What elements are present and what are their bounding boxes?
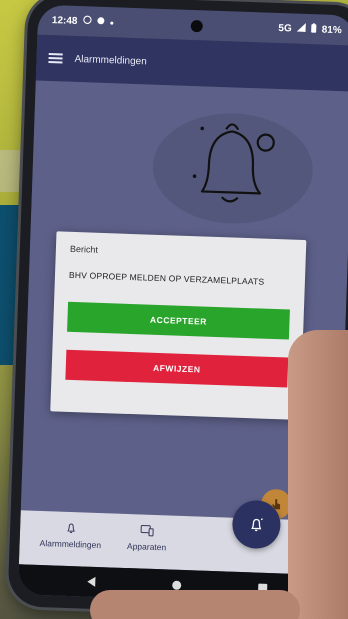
page-title: Alarmmeldingen [74,53,147,67]
nav-label-alarmmeldingen: Alarmmeldingen [39,537,102,551]
signal-icon [296,22,306,35]
status-time: 12:48 [51,14,78,27]
status-battery: 81% [321,24,342,36]
whatsapp-icon [82,15,92,27]
battery-icon [310,22,317,36]
notification-dot-icon [96,16,104,27]
back-icon[interactable] [86,576,96,587]
status-network: 5G [278,22,292,34]
reject-button[interactable]: AFWIJZEN [65,349,289,388]
accept-button[interactable]: ACCEPTEER [67,301,290,340]
devices-icon [140,525,154,537]
menu-icon[interactable] [48,52,63,64]
alert-dialog: Bericht BHV OPROEP MELDEN OP VERZAMELPLA… [50,231,307,420]
hand-fingers [90,590,300,619]
dialog-title: Bericht [69,243,99,255]
dialog-message: BHV OPROEP MELDEN OP VERZAMELPLAATS [68,269,265,287]
hand-thumb [288,330,348,619]
home-icon[interactable] [172,580,182,590]
bell-ring-icon [251,518,263,532]
nav-item-apparaten[interactable]: Apparaten [126,524,167,569]
nav-label-apparaten: Apparaten [126,541,167,553]
bell-illustration-icon [192,123,275,203]
bell-icon [66,523,75,534]
more-dot-icon [109,17,113,28]
nav-item-alarmmeldingen[interactable]: Alarmmeldingen [39,521,102,567]
